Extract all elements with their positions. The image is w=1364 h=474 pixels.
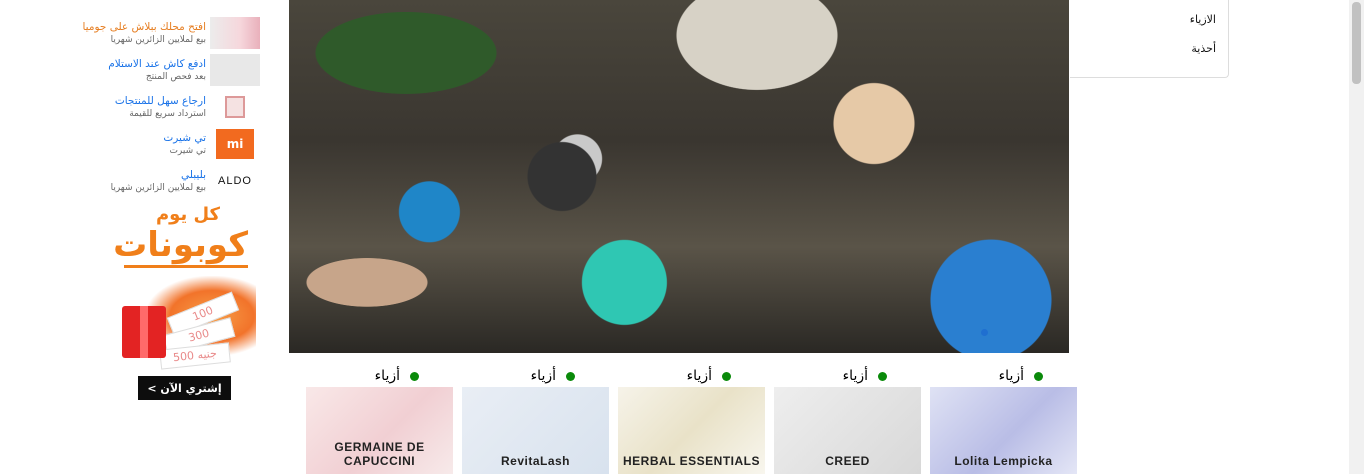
promo-title[interactable]: بليبلي — [62, 168, 206, 182]
scrollbar-thumb[interactable] — [1352, 2, 1361, 84]
product-brand: Lolita Lempicka — [954, 454, 1053, 468]
product-brand: GERMAINE DE CAPUCCINI — [334, 440, 425, 468]
vertical-scrollbar[interactable] — [1349, 0, 1364, 474]
product-category[interactable]: أزياء — [531, 368, 556, 384]
status-dot-icon — [1034, 371, 1043, 381]
product-image[interactable]: Lolita Lempicka — [930, 387, 1077, 474]
promo-item-returns[interactable]: ارجاع سهل للمنتجات استرداد سريع للقيمة — [60, 88, 260, 125]
product-brand: RevitaLash — [500, 454, 571, 468]
promo-item-tshirt[interactable]: تي شيرت تي شيرت mi — [60, 125, 260, 162]
product-image[interactable]: HERBAL ESSENTIALS — [618, 387, 765, 474]
promo-subtitle: استرداد سريع للقيمة — [129, 108, 206, 119]
promo-subtitle: بيع لملايين الزائرين شهريا — [110, 34, 206, 45]
category-item-fashion[interactable]: الازياء — [1190, 13, 1216, 26]
promo-title[interactable]: ادفع كاش عند الاستلام — [62, 57, 206, 71]
promo-subtitle: تي شيرت — [169, 145, 206, 156]
store-banner-icon[interactable] — [210, 16, 260, 49]
status-dot-icon — [566, 371, 575, 381]
promo-item-sell[interactable]: افتح محلك ببلاش على جوميا بيع لملايين ال… — [60, 14, 260, 51]
category-menu: الازياء أحذية — [1070, 0, 1229, 78]
promo-item-cod[interactable]: ادفع كاش عند الاستلام بعد فحص المنتج — [60, 51, 260, 88]
product-card[interactable]: أزياء RevitaLash — [462, 365, 609, 474]
product-category[interactable]: أزياء — [999, 368, 1024, 384]
product-card[interactable]: أزياء Lolita Lempicka — [930, 365, 1077, 474]
product-category[interactable]: أزياء — [375, 368, 400, 384]
status-dot-icon — [410, 371, 419, 381]
mi-logo-text: mi — [216, 128, 254, 159]
coupon-top-text: كل يوم — [155, 204, 221, 225]
promo-list: افتح محلك ببلاش على جوميا بيع لملايين ال… — [60, 14, 260, 199]
promo-title[interactable]: ارجاع سهل للمنتجات — [62, 94, 206, 108]
product-card[interactable]: أزياء HERBAL ESSENTIALS — [618, 365, 765, 474]
product-grid: أزياء GERMAINE DE CAPUCCINI أزياء Revita… — [306, 365, 1086, 474]
promo-title[interactable]: تي شيرت — [62, 131, 206, 145]
buy-now-button[interactable]: إشتري الآن > — [138, 376, 231, 400]
product-image[interactable]: RevitaLash — [462, 387, 609, 474]
category-item-shoes[interactable]: أحذية — [1191, 42, 1216, 55]
promo-subtitle: بعد فحص المنتج — [145, 71, 206, 82]
perfume-box-icon[interactable] — [210, 53, 260, 86]
product-image[interactable]: CREED — [774, 387, 921, 474]
mi-logo-icon[interactable]: mi — [210, 128, 260, 160]
product-image[interactable]: GERMAINE DE CAPUCCINI — [306, 387, 453, 474]
product-card[interactable]: أزياء GERMAINE DE CAPUCCINI — [306, 365, 453, 474]
promo-title[interactable]: افتح محلك ببلاش على جوميا — [62, 20, 206, 34]
perfume-bottle-icon[interactable] — [210, 90, 260, 123]
status-dot-icon — [722, 371, 731, 381]
product-category[interactable]: أزياء — [687, 368, 712, 384]
gift-box-icon — [122, 306, 166, 358]
coupon-title: كوبونات — [113, 225, 248, 268]
product-category[interactable]: أزياء — [843, 368, 868, 384]
aldo-logo-text: ALDO — [218, 174, 252, 187]
status-dot-icon — [878, 371, 887, 381]
promo-subtitle: بيع لملايين الزائرين شهريا — [110, 182, 206, 193]
product-card[interactable]: أزياء CREED — [774, 365, 921, 474]
hero-banner-image[interactable] — [289, 0, 1069, 353]
product-brand: CREED — [825, 454, 870, 468]
coupon-banner[interactable]: كل يوم كوبونات 100 300 500 جنيه إشتري ال… — [108, 204, 258, 404]
product-brand: HERBAL ESSENTIALS — [623, 454, 760, 468]
coupon-illustration: 100 300 500 جنيه — [116, 276, 258, 372]
aldo-logo-icon[interactable]: ALDO — [210, 165, 260, 197]
carousel-indicator[interactable] — [981, 329, 988, 336]
promo-item-blibli[interactable]: بليبلي بيع لملايين الزائرين شهريا ALDO — [60, 162, 260, 199]
